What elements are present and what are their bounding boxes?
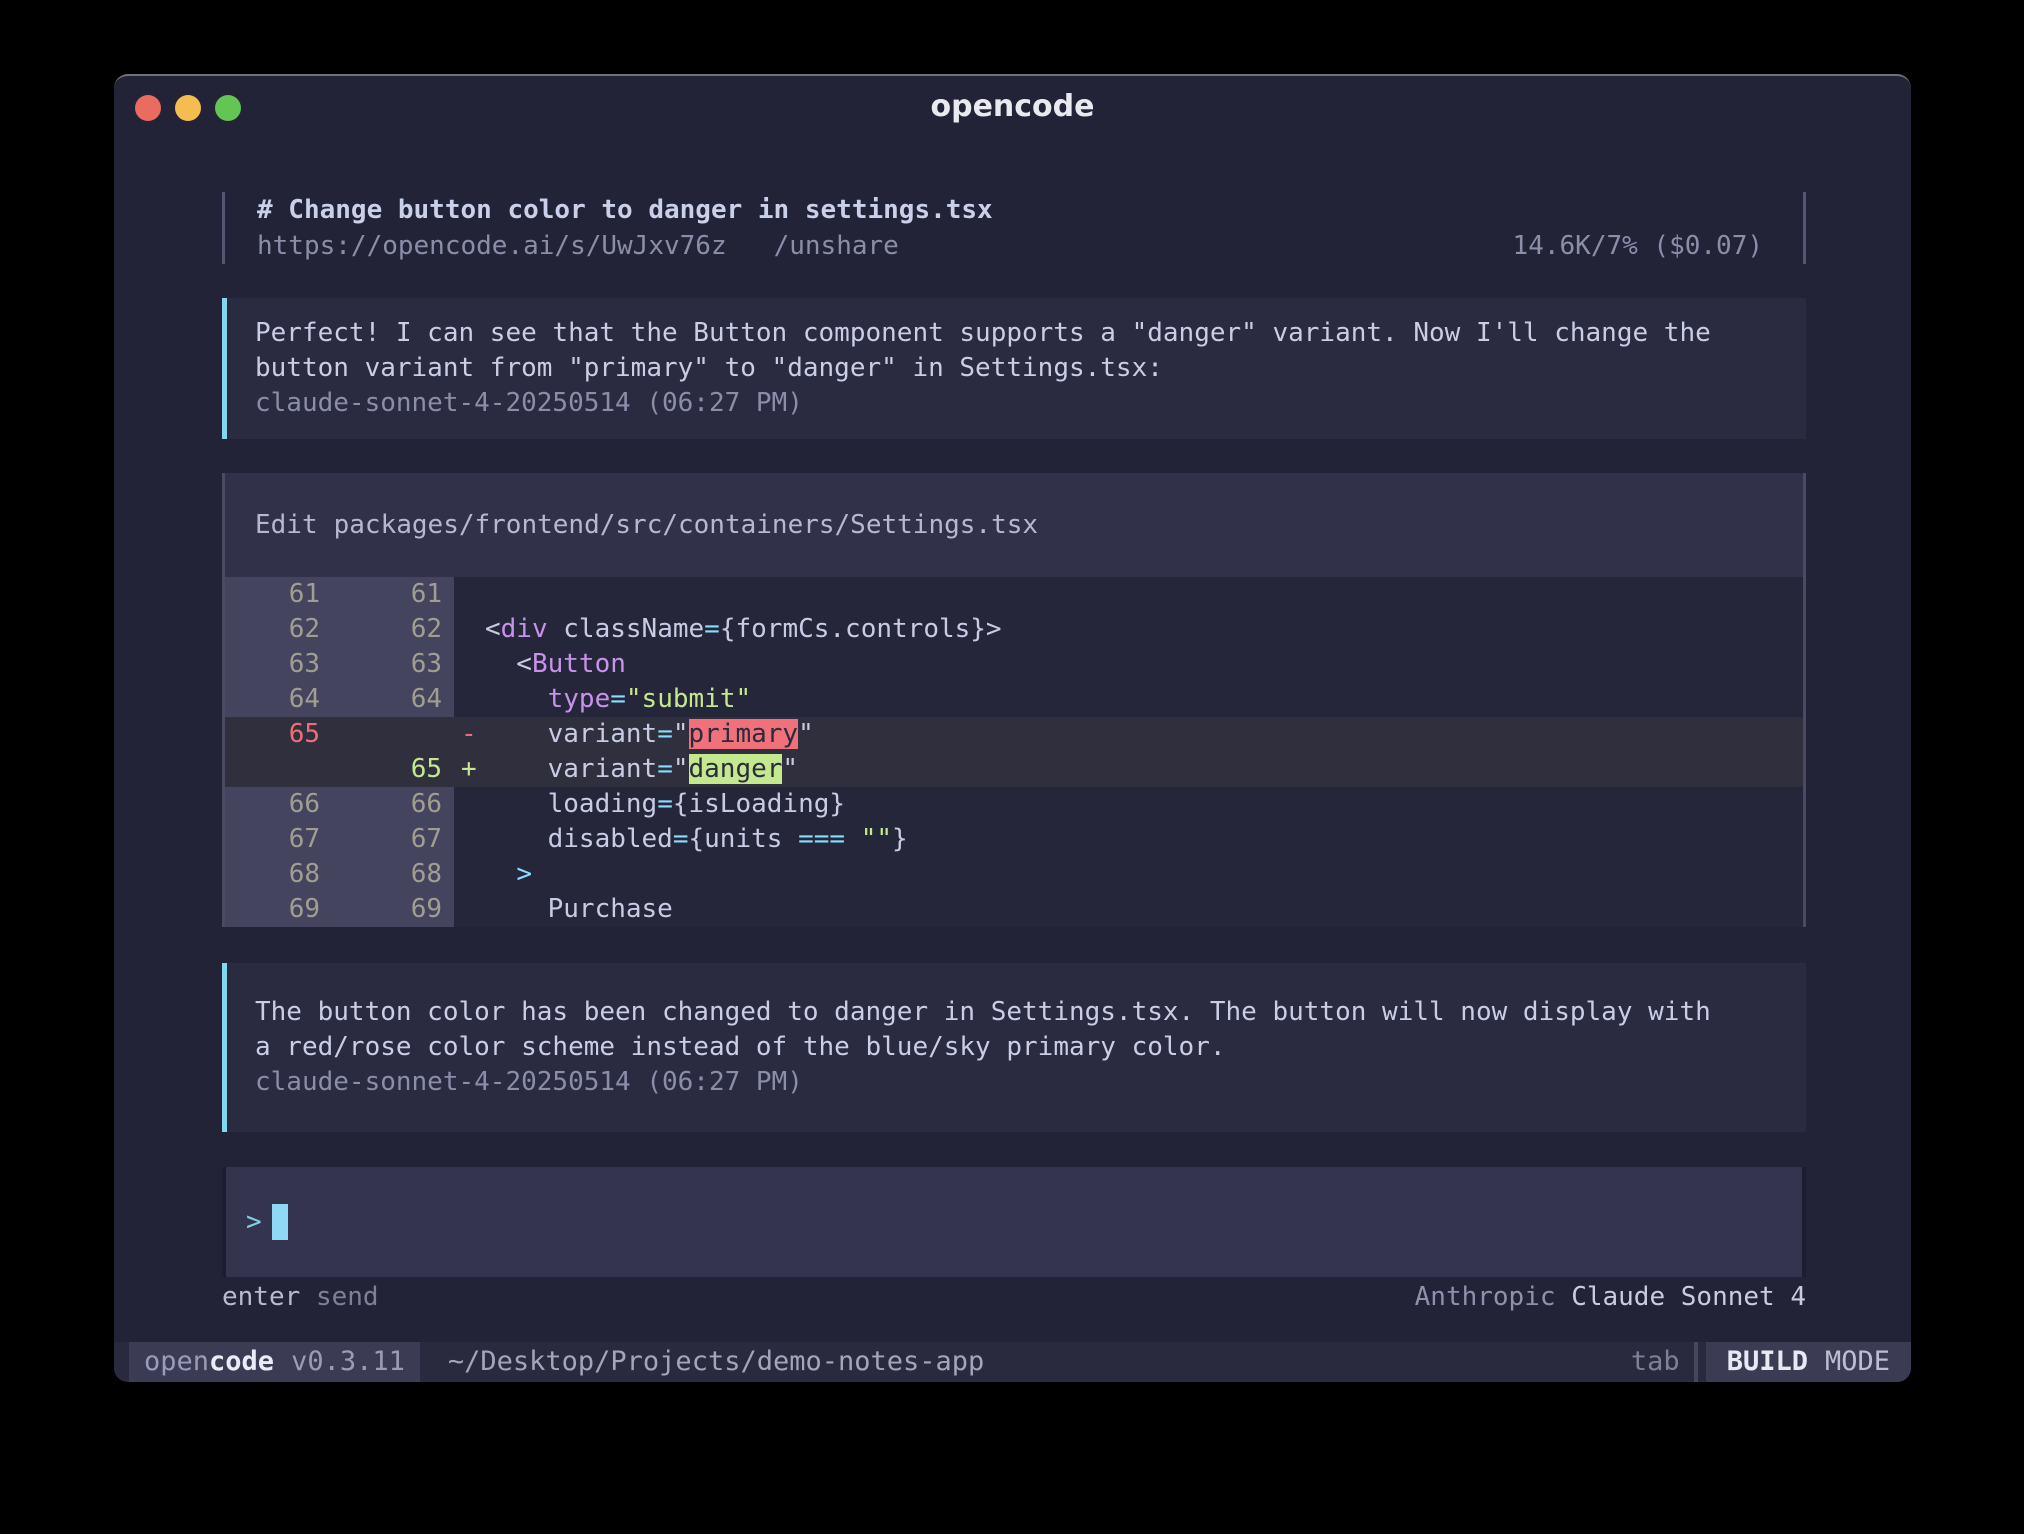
model-label: Claude Sonnet 4 [1571, 1282, 1806, 1312]
prompt-chevron: > [246, 1207, 262, 1237]
status-bar: opencode v0.3.11 ~/Desktop/Projects/demo-… [114, 1342, 1911, 1382]
edit-file-path: packages/frontend/src/containers/Setting… [334, 510, 1038, 540]
session-title: # Change button color to danger in setti… [257, 192, 1763, 228]
diff-row-68: 6868 > [225, 857, 1803, 892]
mode-build-label: BUILD [1727, 1346, 1808, 1377]
message-line: Perfect! I can see that the Button compo… [255, 316, 1778, 351]
diff-sign [454, 892, 485, 927]
prompt-input[interactable]: > [222, 1167, 1806, 1277]
mode-divider [1694, 1342, 1698, 1382]
edit-action-label: Edit [255, 510, 318, 540]
diff-line-numbers: 6767 [225, 822, 454, 857]
diff-line-numbers: 65 [225, 717, 454, 752]
diff-sign [454, 577, 485, 612]
diff-sign: - [454, 717, 485, 752]
diff-code-line: variant="danger" [485, 752, 798, 787]
message-meta: claude-sonnet-4-20250514 (06:27 PM) [255, 386, 1778, 421]
send-action-label: send [316, 1282, 379, 1312]
assistant-message-2: The button color has been changed to dan… [222, 963, 1806, 1132]
working-directory: ~/Desktop/Projects/demo-notes-app [448, 1342, 984, 1382]
terminal-content: # Change button color to danger in setti… [222, 192, 1806, 1315]
session-header: # Change button color to danger in setti… [222, 192, 1806, 264]
diff-line-numbers: 6464 [225, 682, 454, 717]
send-hint: enter send [222, 1279, 379, 1315]
window-title: opencode [114, 76, 1911, 146]
titlebar: opencode [114, 76, 1911, 146]
diff-row-61: 6161 [225, 577, 1803, 612]
diff-sign [454, 822, 485, 857]
mode-chip: BUILD MODE [1706, 1342, 1911, 1382]
edit-tool-block: Edit packages/frontend/src/containers/Set… [222, 473, 1806, 927]
message-line: button variant from "primary" to "danger… [255, 351, 1778, 386]
diff-code-line: > [485, 857, 532, 892]
diff-code-line: <Button [485, 647, 626, 682]
diff-line-numbers: 6262 [225, 612, 454, 647]
diff-row-69: 6969 Purchase [225, 892, 1803, 927]
footer-hints: enter send Anthropic Claude Sonnet 4 [222, 1279, 1806, 1315]
diff-line-numbers: 6161 [225, 577, 454, 612]
diff-sign [454, 787, 485, 822]
app-version-chip: opencode v0.3.11 [129, 1342, 420, 1382]
diff-line-numbers: 65 [225, 752, 454, 787]
app-version: v0.3.11 [291, 1346, 405, 1377]
provider-label: Anthropic [1415, 1282, 1556, 1312]
diff-line-numbers: 6363 [225, 647, 454, 682]
diff-code-line: Purchase [485, 892, 673, 927]
diff-sign: + [454, 752, 485, 787]
diff-rows: 61616262 <div className={formCs.controls}… [225, 577, 1803, 927]
message-meta: claude-sonnet-4-20250514 (06:27 PM) [255, 1065, 1778, 1100]
diff-sign [454, 612, 485, 647]
app-name-suffix: code [209, 1346, 274, 1377]
token-usage: 14.6K/7% ($0.07) [1513, 228, 1763, 264]
assistant-message-1: Perfect! I can see that the Button compo… [222, 298, 1806, 439]
diff-line-numbers: 6666 [225, 787, 454, 822]
diff-sign [454, 857, 485, 892]
model-info: Anthropic Claude Sonnet 4 [1415, 1279, 1806, 1315]
message-line: a red/rose color scheme instead of the b… [255, 1030, 1778, 1065]
diff-row-62: 6262 <div className={formCs.controls}> [225, 612, 1803, 647]
app-window: opencode # Change button color to danger… [114, 74, 1911, 1382]
diff-code-line: <div className={formCs.controls}> [485, 612, 1002, 647]
diff-code-line: loading={isLoading} [485, 787, 845, 822]
session-share: https://opencode.ai/s/UwJxv76z /unshare [257, 228, 899, 264]
diff-line-numbers: 6969 [225, 892, 454, 927]
tab-key-hint: tab [1631, 1342, 1680, 1382]
diff-row-67: 6767 disabled={units === ""} [225, 822, 1803, 857]
diff-row-65: 65- variant="primary" [225, 717, 1803, 752]
message-line: The button color has been changed to dan… [255, 995, 1778, 1030]
diff-row-66: 6666 loading={isLoading} [225, 787, 1803, 822]
app-name-prefix: open [144, 1346, 209, 1377]
edit-header: Edit packages/frontend/src/containers/Set… [225, 473, 1803, 577]
diff-sign [454, 682, 485, 717]
diff-code-line: disabled={units === ""} [485, 822, 908, 857]
text-cursor [272, 1204, 288, 1240]
diff-row-63: 6363 <Button [225, 647, 1803, 682]
diff-code-line: type="submit" [485, 682, 751, 717]
diff-line-numbers: 6868 [225, 857, 454, 892]
enter-key-label: enter [222, 1282, 300, 1312]
diff-row-64: 6464 type="submit" [225, 682, 1803, 717]
mode-mode-label: MODE [1825, 1346, 1890, 1377]
share-url[interactable]: https://opencode.ai/s/UwJxv76z [257, 231, 727, 261]
diff-row-65: 65+ variant="danger" [225, 752, 1803, 787]
unshare-command[interactable]: /unshare [774, 231, 899, 261]
session-subline: https://opencode.ai/s/UwJxv76z /unshare … [257, 228, 1763, 264]
diff-sign [454, 647, 485, 682]
diff-code-line: variant="primary" [485, 717, 814, 752]
